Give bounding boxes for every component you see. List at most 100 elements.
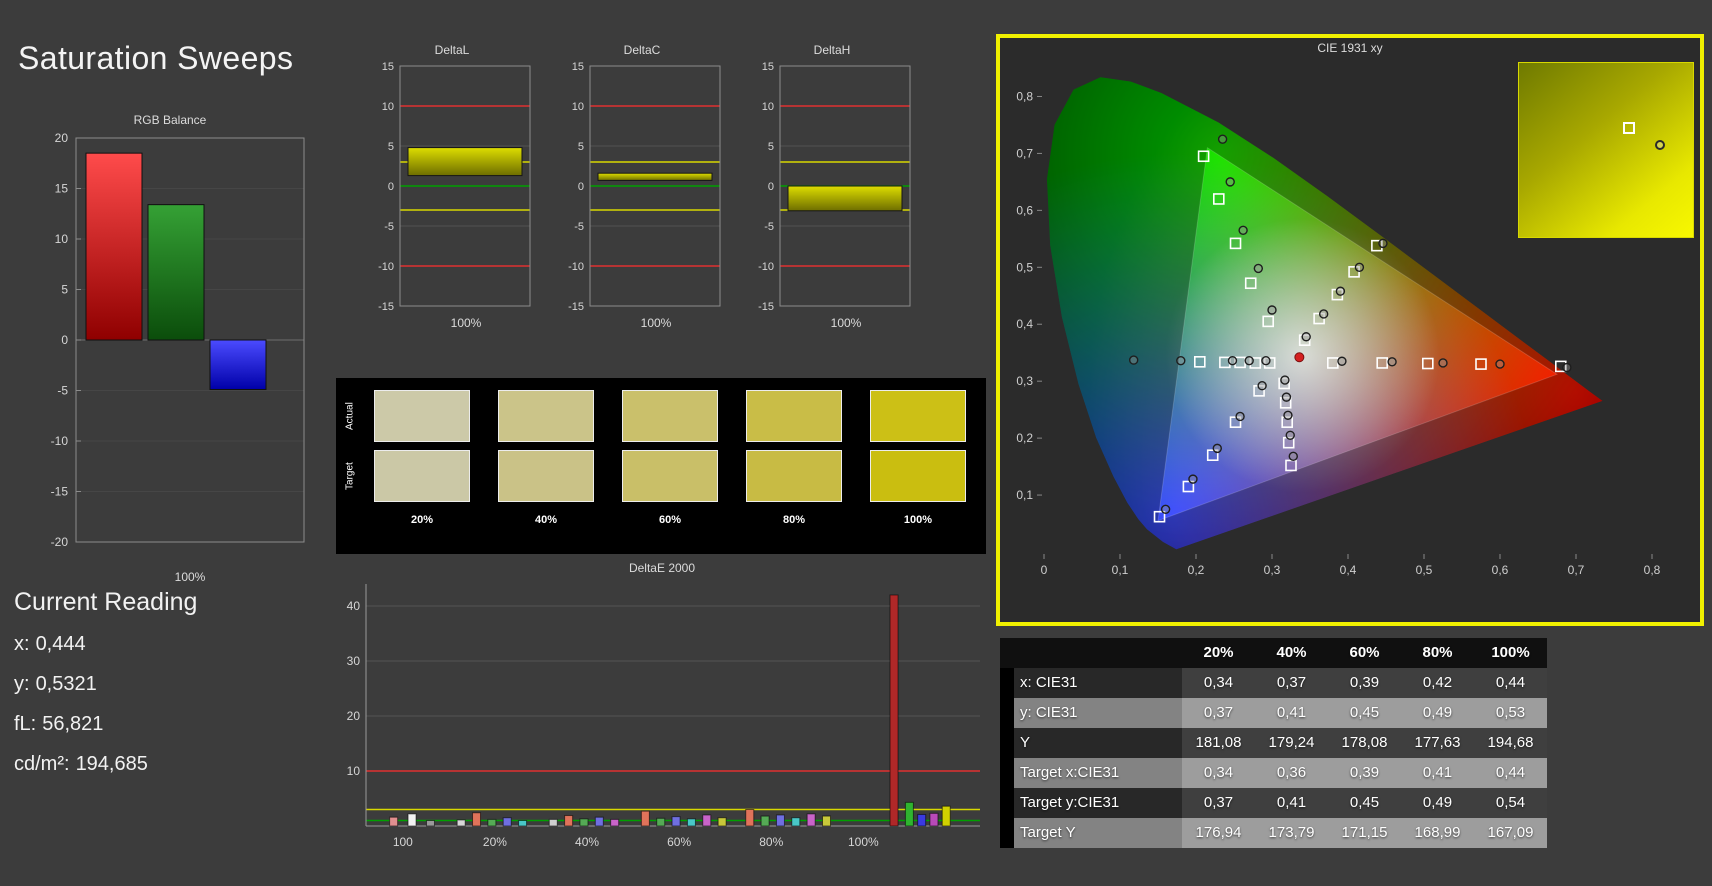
svg-text:-20: -20 [51, 535, 69, 549]
deltae-bar [610, 818, 620, 827]
cie-1931-chart[interactable]: CIE 1931 xy 0 0,1 0,2 0,3 0,4 0,5 0,6 0,7 0,8 0,1… [996, 34, 1704, 626]
svg-text:10: 10 [382, 101, 394, 113]
deltaC-x-label: 100% [640, 316, 672, 330]
svg-text:15: 15 [762, 61, 774, 73]
rgb-balance-chart[interactable]: RGB Balance 20 15 10 5 0 -5 -10 -15 -20 100% [30, 112, 310, 586]
inset-measurement-marker [1654, 139, 1665, 150]
cie-measurement-marker [1337, 356, 1347, 366]
svg-text:0: 0 [768, 181, 774, 193]
deltaC-chart[interactable]: DeltaC 15 10 5 0 -5 -10 -15 100% [556, 42, 728, 331]
swatch-actual-60% [622, 390, 718, 442]
cie-measurement-marker [1318, 309, 1329, 319]
reading-x: x: 0,444 [14, 633, 314, 656]
table-cell: 0,42 [1401, 668, 1474, 698]
table-row-label: Target x:CIE31 [1014, 758, 1182, 788]
deltae-bar [745, 809, 755, 827]
svg-text:0,8: 0,8 [1644, 563, 1661, 577]
calibration-dashboard: Saturation Sweeps RGB Balance 20 15 10 5 0 -5… [0, 0, 1712, 886]
deltaL-chart[interactable]: DeltaL 15 10 5 0 -5 -10 -15 100% [366, 42, 538, 331]
current-reading-title: Current Reading [14, 588, 198, 616]
deltae-bar [518, 820, 528, 827]
deltae-bar [686, 818, 696, 827]
svg-text:0: 0 [578, 181, 584, 193]
swatch-actual-100% [870, 390, 966, 442]
cie-measurement-marker [1438, 358, 1448, 368]
deltae-bar [579, 818, 589, 827]
table-cell: 0,41 [1401, 758, 1474, 788]
svg-text:15: 15 [382, 61, 394, 73]
svg-text:0: 0 [388, 181, 394, 193]
table-cell: 0,49 [1401, 698, 1474, 728]
swatch-col-label: 100% [903, 514, 933, 526]
cie-measurement-marker [1227, 355, 1238, 366]
cie-measurement-marker [1257, 381, 1267, 391]
deltae-bar [702, 814, 712, 827]
page-title: Saturation Sweeps [18, 40, 294, 76]
swatch-target-80% [746, 450, 842, 502]
table-corner [1014, 638, 1182, 668]
rgb-bar-green [147, 204, 205, 341]
svg-text:10: 10 [762, 101, 774, 113]
table-cell: 0,34 [1182, 668, 1255, 698]
cie-measurement-marker [1285, 430, 1295, 440]
cie-measurement-marker [1335, 286, 1346, 296]
svg-text:40: 40 [347, 599, 361, 613]
reading-y: y: 0,5321 [14, 673, 314, 696]
svg-text:0,2: 0,2 [1016, 431, 1033, 445]
deltaH-title: DeltaH [813, 43, 851, 57]
svg-text:-10: -10 [568, 261, 584, 273]
table-cell: 0,36 [1255, 758, 1328, 788]
svg-text:5: 5 [61, 283, 68, 297]
deltae-bar [425, 820, 435, 827]
svg-text:5: 5 [388, 141, 394, 153]
deltae2000-chart[interactable]: DeltaE 2000 10 20 30 40 100 20% 40% 60% 80% 100% [336, 560, 988, 866]
current-reading-panel: Current Reading x: 0,444 y: 0,5321 fL: 56,8… [14, 588, 314, 793]
svg-text:15: 15 [55, 182, 69, 196]
svg-text:-10: -10 [51, 434, 69, 448]
saturation-swatch-panel[interactable]: Actual Target 20% 40% 60% 80% 100% [336, 378, 986, 554]
table-cell: 0,41 [1255, 788, 1328, 818]
table-row-label: Target Y [1014, 818, 1182, 848]
table-cell: 0,45 [1328, 788, 1401, 818]
cie-measurement-marker [1354, 262, 1365, 272]
table-corner [1000, 638, 1014, 668]
cie-measurement-marker [1244, 355, 1254, 366]
svg-text:-10: -10 [758, 261, 774, 273]
svg-text:40%: 40% [575, 835, 599, 849]
reading-y-value: 0,5321 [35, 673, 97, 695]
table-strip [1000, 788, 1014, 818]
deltae-bar [671, 816, 681, 827]
table-cell: 178,08 [1328, 728, 1401, 758]
swatch-target-100% [870, 450, 966, 502]
reading-x-value: 0,444 [35, 633, 86, 655]
inset-target-marker [1623, 122, 1636, 135]
table-cell: 0,44 [1474, 668, 1547, 698]
table-cell: 177,63 [1401, 728, 1474, 758]
table-cell: 173,79 [1255, 818, 1328, 848]
table-row-label: x: CIE31 [1014, 668, 1182, 698]
rgb-balance-x-label: 100% [174, 570, 206, 584]
cie-zoom-inset [1518, 62, 1694, 238]
svg-text:20: 20 [55, 131, 69, 145]
deltaH-chart[interactable]: DeltaH 15 10 5 0 -5 -10 -15 100% [746, 42, 918, 331]
deltae-bar [640, 810, 650, 827]
swatch-actual-20% [374, 390, 470, 442]
cie-measurement-marker [1378, 238, 1388, 249]
svg-text:30: 30 [347, 654, 361, 668]
reading-cdm2: cd/m²: 194,685 [14, 753, 314, 776]
deltae-bar [656, 817, 666, 827]
deltae-bar [889, 594, 899, 827]
swatch-row-label: Actual [344, 402, 356, 430]
svg-text:15: 15 [572, 61, 584, 73]
svg-text:-15: -15 [51, 485, 69, 499]
deltaL-bar [407, 147, 523, 177]
svg-text:20%: 20% [483, 835, 507, 849]
svg-text:-5: -5 [574, 221, 584, 233]
svg-text:0,1: 0,1 [1016, 488, 1033, 502]
table-cell: 0,41 [1255, 698, 1328, 728]
svg-text:100%: 100% [848, 835, 879, 849]
measurement-table[interactable]: 20% 40% 60% 80% 100% x: CIE31 0,34 0,37 0,39 0,42… [1000, 638, 1547, 848]
svg-text:0,1: 0,1 [1112, 563, 1129, 577]
reading-fl: fL: 56,821 [14, 713, 314, 736]
table-cell: 0,49 [1401, 788, 1474, 818]
